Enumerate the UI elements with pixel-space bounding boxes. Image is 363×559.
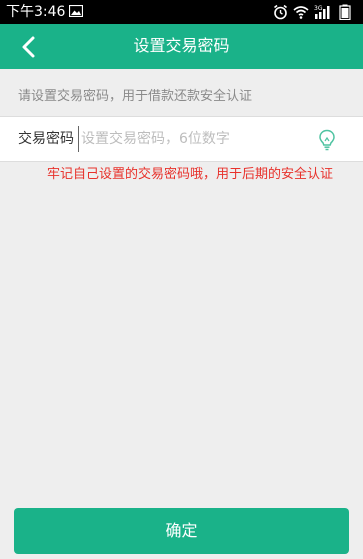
password-row: 交易密码	[0, 116, 363, 162]
signal-icon: 3G	[314, 5, 330, 19]
svg-text:3G: 3G	[314, 5, 323, 12]
confirm-button[interactable]: 确定	[14, 508, 349, 554]
image-icon	[69, 5, 83, 17]
status-icons: 3G	[273, 4, 355, 20]
warning-text: 牢记自己设置的交易密码哦，用于后期的安全认证	[47, 167, 334, 182]
alarm-icon	[274, 4, 287, 20]
status-bar: 下午3:46 3G	[0, 0, 363, 24]
password-label: 交易密码	[18, 131, 74, 147]
wifi-icon	[293, 6, 309, 19]
hint-text: 请设置交易密码，用于借款还款安全认证	[18, 89, 253, 104]
password-input[interactable]	[78, 126, 301, 152]
status-time: 下午3:46	[6, 4, 66, 20]
page-title: 设置交易密码	[133, 36, 230, 55]
battery-icon	[339, 4, 351, 20]
app-bar: 设置交易密码	[0, 24, 363, 69]
lightbulb-icon[interactable]	[318, 129, 336, 151]
